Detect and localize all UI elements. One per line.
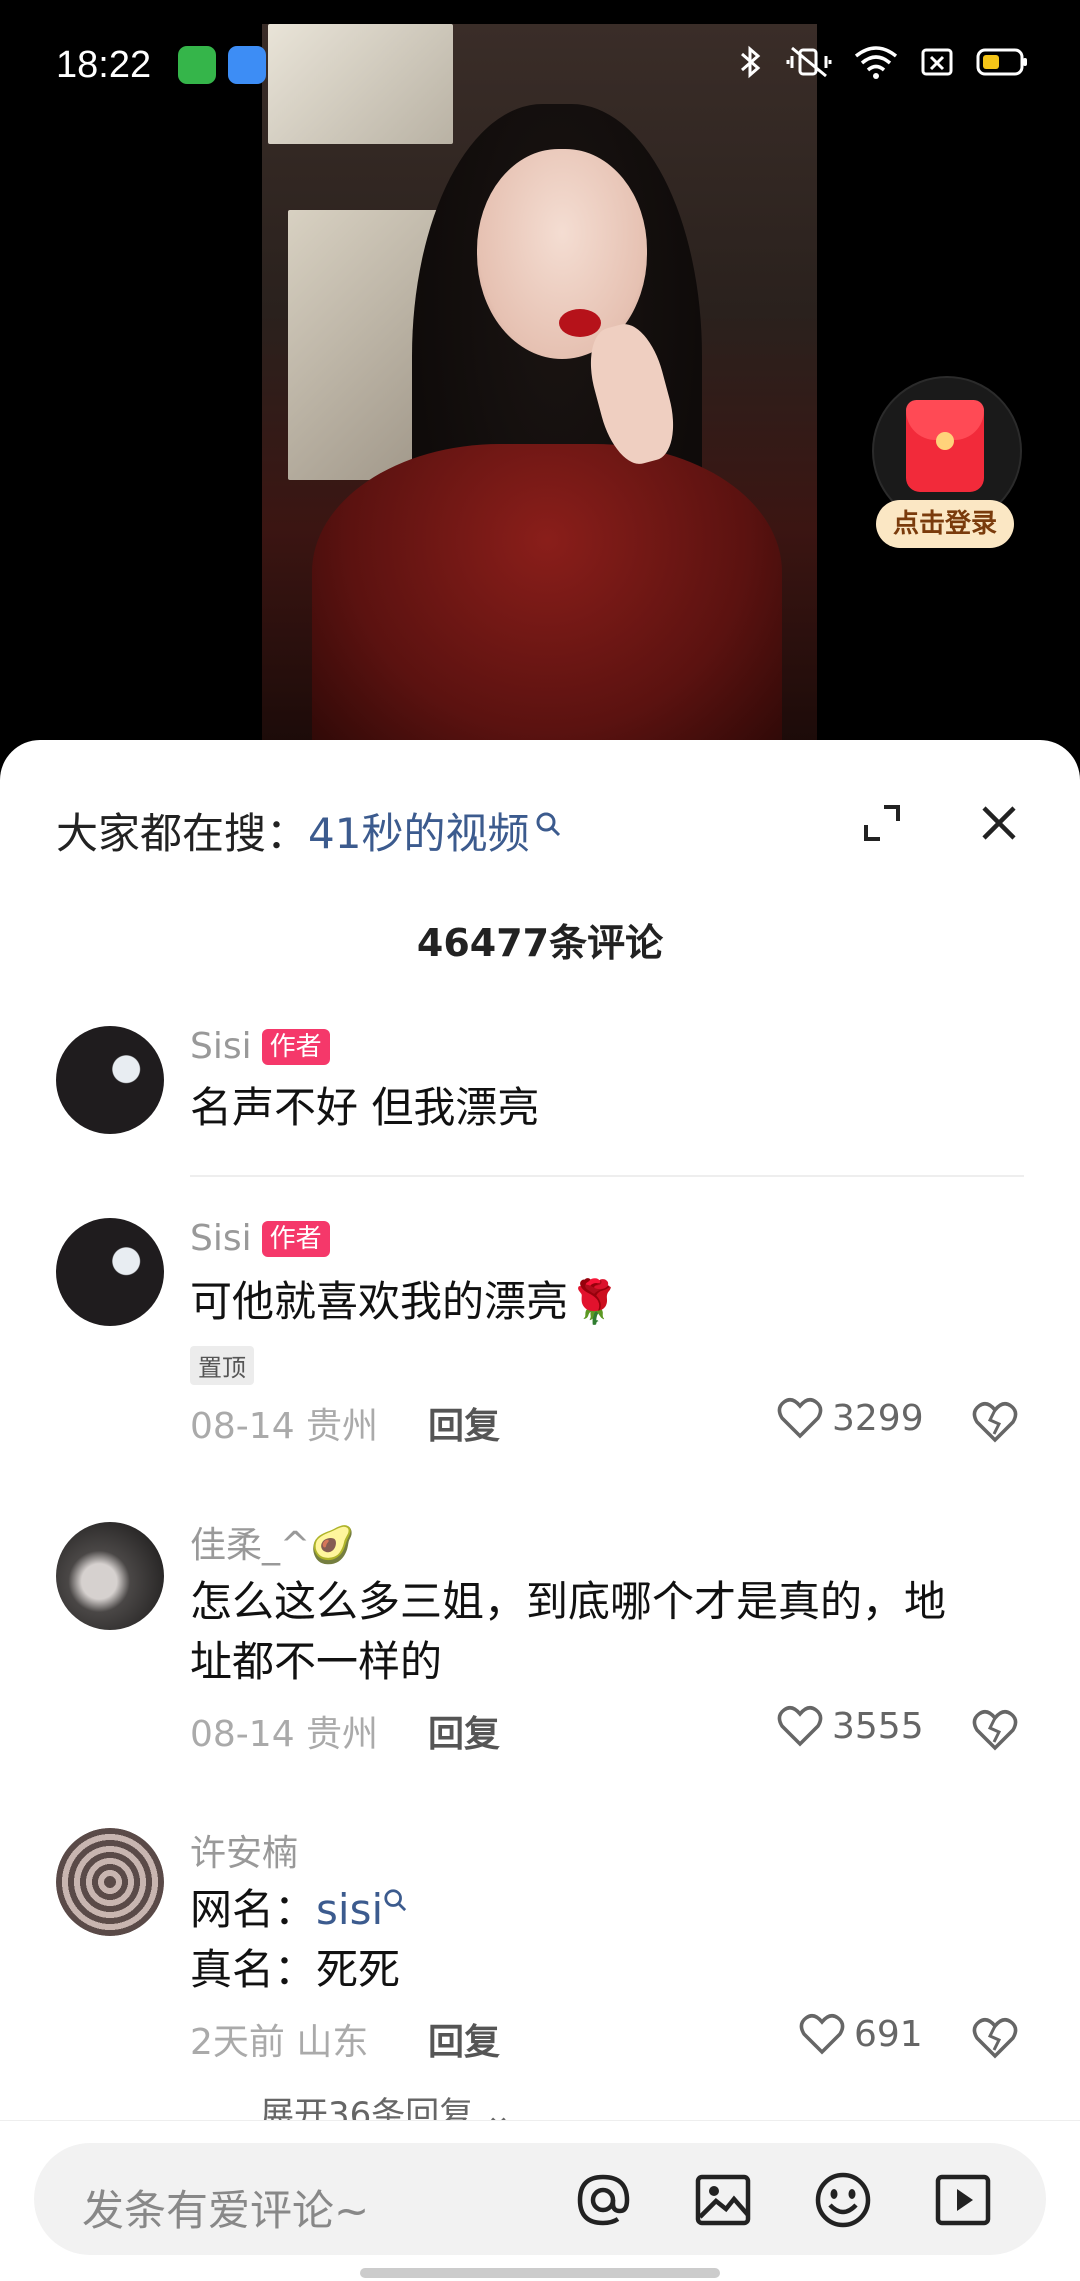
avatar[interactable] bbox=[56, 1828, 164, 1936]
like-button[interactable]: 3299 bbox=[776, 1396, 924, 1440]
trending-search-prefix: 大家都在搜： bbox=[56, 809, 309, 858]
at-icon[interactable] bbox=[572, 2169, 634, 2231]
comment-text-line: 真名：死死 bbox=[190, 1945, 401, 1994]
heart-icon bbox=[799, 2014, 845, 2055]
like-count: 3555 bbox=[832, 1705, 924, 1747]
comment-text-prefix: 网名： bbox=[190, 1885, 317, 1934]
status-time: 18:22 bbox=[56, 44, 152, 86]
trending-search[interactable]: 大家都在搜： 41秒的视频 bbox=[56, 800, 561, 861]
close-icon[interactable] bbox=[978, 802, 1020, 844]
heart-icon bbox=[777, 1398, 823, 1439]
red-packet-coin bbox=[936, 432, 954, 450]
trending-search-keyword[interactable]: 41秒的视频 bbox=[308, 800, 529, 861]
like-button[interactable]: 3555 bbox=[776, 1704, 924, 1748]
heart-icon bbox=[777, 1706, 823, 1747]
expand-icon[interactable] bbox=[862, 803, 902, 843]
avatar[interactable] bbox=[56, 1218, 164, 1326]
mute-vibrate-icon bbox=[786, 46, 832, 78]
comment-input-placeholder: 发条有爱评论~ bbox=[82, 2186, 370, 2235]
comment-author-name: 佳柔_^🥑 bbox=[190, 1525, 355, 1566]
avatar[interactable] bbox=[56, 1026, 164, 1134]
status-bar: 18:22 bbox=[0, 0, 1080, 132]
comment-meta: 08-14 贵州 bbox=[190, 1406, 379, 1447]
search-icon bbox=[536, 812, 561, 836]
comment-text[interactable]: 怎么这么多三姐，到底哪个才是真的，地 址都不一样的 bbox=[190, 1572, 1030, 1692]
broken-heart-icon[interactable] bbox=[970, 1706, 1020, 1752]
red-packet-login-button[interactable]: 点击登录 bbox=[870, 376, 1022, 556]
search-link[interactable]: sisi bbox=[316, 1885, 383, 1934]
comment-input-bar: 发条有爱评论~ bbox=[0, 2120, 1080, 2281]
comment-author-name: Sisi bbox=[190, 1218, 252, 1259]
red-packet-label: 点击登录 bbox=[876, 500, 1014, 548]
reply-button[interactable]: 回复 bbox=[428, 1705, 500, 1757]
app-notification-icon bbox=[178, 46, 216, 84]
person-sweater bbox=[312, 444, 782, 744]
comment-text-line: 怎么这么多三姐，到底哪个才是真的，地 bbox=[190, 1577, 947, 1626]
bluetooth-icon bbox=[741, 45, 761, 79]
comment-author[interactable]: Sisi 作者 bbox=[190, 1026, 330, 1067]
image-icon[interactable] bbox=[692, 2169, 754, 2231]
comment-author-name: 许安楠 bbox=[190, 1833, 299, 1874]
author-badge: 作者 bbox=[261, 1028, 330, 1065]
avatar[interactable] bbox=[56, 1522, 164, 1630]
video-frame bbox=[262, 24, 817, 744]
red-packet-icon bbox=[906, 400, 984, 492]
emoji-icon[interactable] bbox=[812, 2169, 874, 2231]
reply-button[interactable]: 回复 bbox=[428, 2013, 500, 2065]
comment-meta: 08-14 贵州 bbox=[190, 1714, 379, 1755]
comment-text[interactable]: 名声不好 但我漂亮 bbox=[190, 1078, 1030, 1138]
comment-text[interactable]: 网名：sisi 真名：死死 bbox=[190, 1880, 1030, 2000]
comment-count: 46477条评论 bbox=[416, 921, 664, 965]
comment-author[interactable]: 许安楠 bbox=[190, 1824, 298, 1876]
comment-text-line: 址都不一样的 bbox=[190, 1637, 443, 1686]
search-icon bbox=[384, 1889, 407, 1912]
home-indicator[interactable] bbox=[360, 2268, 720, 2278]
like-button[interactable]: 691 bbox=[798, 2012, 923, 2056]
person-lips bbox=[559, 309, 601, 337]
comment-author-name: Sisi bbox=[190, 1026, 252, 1067]
comment-author[interactable]: 佳柔_^🥑 bbox=[190, 1516, 355, 1568]
video-icon[interactable] bbox=[932, 2169, 994, 2231]
reply-button[interactable]: 回复 bbox=[428, 1397, 500, 1449]
no-sim-icon bbox=[921, 48, 953, 76]
battery-icon bbox=[976, 48, 1027, 76]
pinned-badge: 置顶 bbox=[190, 1346, 254, 1385]
status-icons bbox=[738, 44, 1028, 80]
wifi-icon bbox=[854, 46, 898, 79]
comment-meta: 2天前 山东 bbox=[190, 2022, 369, 2063]
broken-heart-icon[interactable] bbox=[970, 1398, 1020, 1444]
comment-input[interactable]: 发条有爱评论~ bbox=[34, 2143, 1046, 2255]
comment-text-line: 网名：sisi bbox=[190, 1880, 1030, 1940]
comment-sheet: 大家都在搜： 41秒的视频 46477条评论 Sisi 作者 名声不好 但我漂亮… bbox=[0, 740, 1080, 2280]
like-count: 3299 bbox=[832, 1397, 924, 1439]
like-count: 691 bbox=[854, 2013, 923, 2055]
app-notification-icon bbox=[228, 46, 266, 84]
comment-text[interactable]: 可他就喜欢我的漂亮🌹 bbox=[190, 1272, 1030, 1332]
broken-heart-icon[interactable] bbox=[970, 2014, 1020, 2060]
comment-author[interactable]: Sisi 作者 bbox=[190, 1218, 330, 1259]
author-badge: 作者 bbox=[261, 1220, 330, 1257]
divider bbox=[190, 1175, 1024, 1177]
